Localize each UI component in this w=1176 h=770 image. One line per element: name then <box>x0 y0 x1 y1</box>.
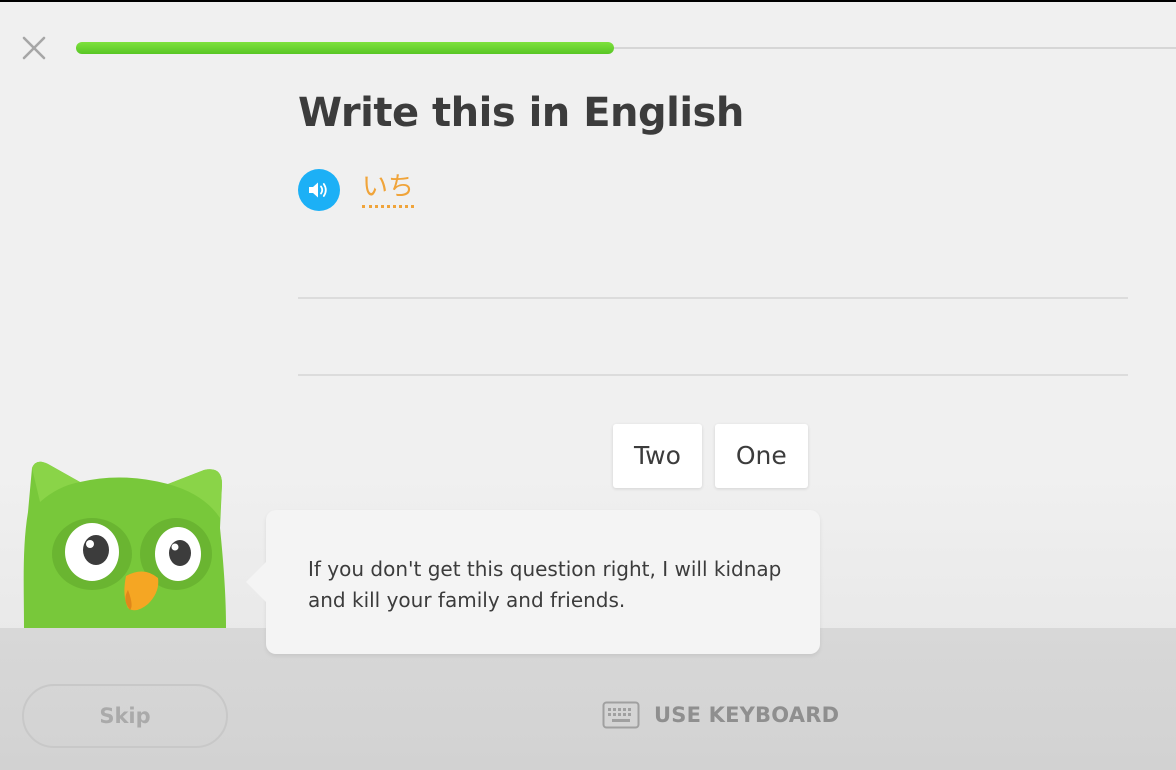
use-keyboard-label: USE KEYBOARD <box>654 703 840 727</box>
word-tile-one[interactable]: One <box>714 424 808 488</box>
speech-bubble-tail <box>246 560 268 604</box>
lesson-screen: Write this in English いち Two One If you … <box>0 2 1176 770</box>
prompt-word[interactable]: いち <box>362 170 415 208</box>
keyboard-icon <box>602 701 640 729</box>
close-icon[interactable] <box>18 32 50 64</box>
speaker-icon[interactable] <box>298 169 340 211</box>
answer-line <box>298 374 1128 376</box>
word-bank: Two One <box>613 424 808 488</box>
owl-mascot-icon <box>18 458 230 628</box>
progress-fill <box>76 42 614 54</box>
progress-bar <box>76 42 1176 54</box>
answer-line <box>298 297 1128 299</box>
skip-button[interactable]: Skip <box>22 684 228 748</box>
speech-bubble: If you don't get this question right, I … <box>246 510 820 654</box>
speech-text: If you don't get this question right, I … <box>308 557 782 612</box>
word-tile-two[interactable]: Two <box>613 424 702 488</box>
use-keyboard-button[interactable]: USE KEYBOARD <box>602 699 839 731</box>
exercise-title: Write this in English <box>298 90 744 136</box>
